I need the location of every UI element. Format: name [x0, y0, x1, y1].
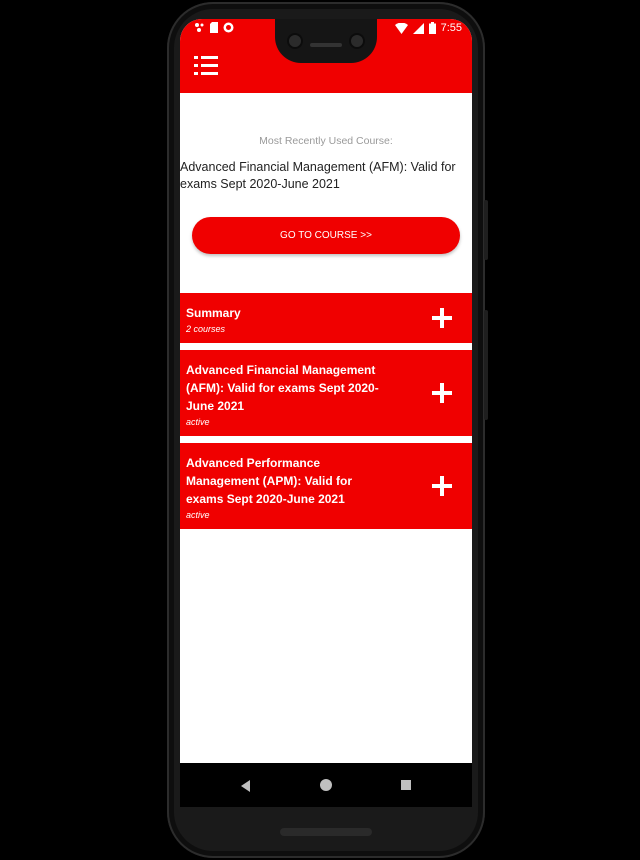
recent-course-label: Most Recently Used Course: [259, 135, 393, 147]
course-item-afm[interactable]: Advanced Financial Management (AFM): Val… [180, 350, 472, 436]
status-left-icons [194, 22, 234, 33]
list-menu-icon[interactable] [194, 55, 218, 77]
status-right-icons: 7:55 [394, 22, 462, 34]
plus-icon[interactable] [432, 476, 452, 496]
recent-course-title: Advanced Financial Management (AFM): Val… [180, 160, 456, 191]
course-title: Advanced Performance Management (APM): V… [186, 456, 353, 506]
front-camera-left [287, 33, 303, 49]
record-icon [223, 22, 234, 33]
back-icon[interactable] [241, 780, 250, 792]
status-time: 7:55 [440, 22, 462, 34]
power-button [484, 200, 488, 260]
signal-icon [412, 22, 424, 34]
earpiece-speaker [310, 43, 342, 47]
bottom-speaker [280, 828, 372, 836]
volume-button [484, 310, 488, 420]
notification-icon [195, 23, 204, 32]
recents-icon[interactable] [401, 780, 411, 790]
course-title: Summary [186, 306, 241, 320]
go-to-course-button[interactable]: GO TO COURSE >> [192, 217, 460, 254]
course-item-summary[interactable]: Summary 2 courses [180, 293, 472, 343]
course-title: Advanced Financial Management (AFM): Val… [186, 363, 379, 413]
course-subtitle: active [186, 417, 210, 427]
camera-notch [275, 19, 377, 63]
screen: 7:55 Most Recently Used Course: Advanced… [180, 19, 472, 807]
course-list: Summary 2 courses Advanced Financial Man… [180, 293, 472, 536]
battery-icon [428, 22, 436, 34]
course-item-apm[interactable]: Advanced Performance Management (APM): V… [180, 443, 472, 529]
home-icon[interactable] [320, 779, 332, 791]
sim-icon [210, 22, 218, 33]
front-camera-right [349, 33, 365, 49]
system-nav-bar [180, 763, 472, 807]
course-subtitle: 2 courses [186, 324, 226, 334]
plus-icon[interactable] [432, 383, 452, 403]
plus-icon[interactable] [432, 308, 452, 328]
wifi-icon [394, 22, 408, 34]
course-subtitle: active [186, 510, 210, 520]
